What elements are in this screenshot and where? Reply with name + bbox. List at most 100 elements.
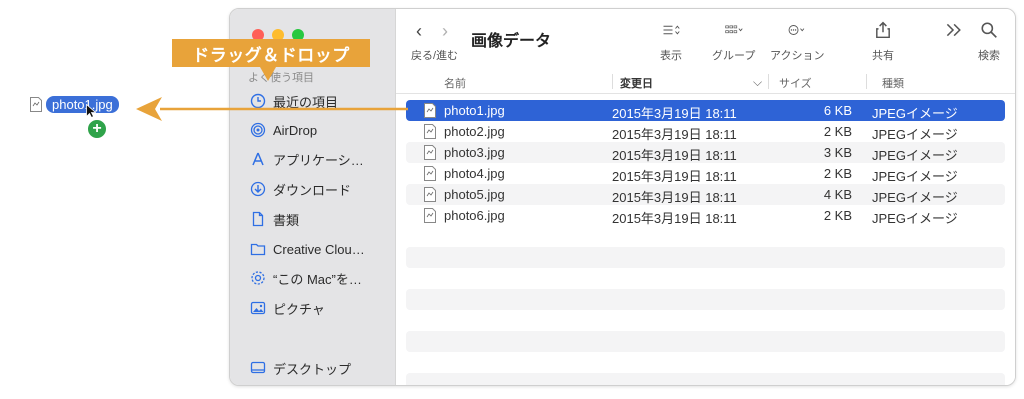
sidebar-item-label: アプリケーシ… — [273, 152, 364, 168]
sidebar-item-label: ダウンロード — [273, 182, 352, 198]
file-size: 2 KB — [823, 166, 852, 181]
dragged-file[interactable]: photo1.jpg — [30, 96, 119, 113]
table-row[interactable]: photo4.jpg 2015年3月19日 18:11 2 KB JPEGイメー… — [406, 163, 1005, 184]
back-forward-label: 戻る/進む — [411, 50, 459, 62]
sidebar-item-airdrop[interactable]: AirDrop — [250, 118, 317, 142]
sidebar-item-label: 最近の項目 — [273, 94, 339, 110]
column-size[interactable]: サイズ — [779, 75, 812, 91]
drag-drop-callout: ドラッグ＆ドロップ — [172, 39, 370, 67]
download-icon — [250, 181, 266, 197]
jpeg-file-icon — [424, 103, 436, 118]
file-name: photo5.jpg — [444, 187, 505, 202]
file-list: photo1.jpg 2015年3月19日 18:11 6 KB JPEGイメー… — [406, 100, 1005, 385]
file-date: 2015年3月19日 18:11 — [612, 148, 737, 163]
search-icon — [978, 19, 1000, 41]
column-name[interactable]: 名前 — [444, 75, 466, 91]
table-row[interactable]: photo2.jpg 2015年3月19日 18:11 2 KB JPEGイメー… — [406, 121, 1005, 142]
file-kind: JPEGイメージ — [872, 106, 958, 121]
action-button[interactable]: アクション — [770, 19, 824, 63]
empty-row — [406, 373, 1005, 385]
sidebar-item-label: “この Mac”を… — [273, 271, 362, 287]
file-size: 4 KB — [823, 187, 852, 202]
double-chevron-right-icon — [944, 19, 962, 41]
empty-row — [406, 331, 1005, 352]
share-icon — [872, 19, 894, 41]
file-date: 2015年3月19日 18:11 — [612, 106, 737, 121]
view-label: 表示 — [660, 50, 682, 62]
sidebar-item-applications[interactable]: アプリケーシ… — [250, 147, 364, 171]
sidebar-item-pictures[interactable]: ピクチャ — [250, 296, 325, 320]
desktop-icon — [250, 360, 266, 376]
jpeg-file-icon — [424, 166, 436, 181]
empty-row — [406, 352, 1005, 373]
column-kind[interactable]: 種類 — [882, 75, 904, 91]
file-name: photo6.jpg — [444, 208, 505, 223]
file-date: 2015年3月19日 18:11 — [612, 169, 737, 184]
back-chevron-icon[interactable]: ‹ — [416, 21, 422, 42]
share-label: 共有 — [872, 50, 894, 62]
empty-row — [406, 247, 1005, 268]
sidebar-item-downloads[interactable]: ダウンロード — [250, 177, 351, 201]
mouse-cursor-icon — [86, 104, 96, 118]
sidebar-item-label: Creative Clou… — [273, 241, 365, 257]
list-view-icon — [660, 19, 682, 41]
airdrop-icon — [250, 122, 266, 138]
search-label: 検索 — [978, 50, 1000, 62]
folder-icon — [250, 241, 266, 257]
file-date: 2015年3月19日 18:11 — [612, 211, 737, 226]
jpeg-file-icon — [424, 208, 436, 223]
forward-chevron-icon[interactable]: › — [442, 21, 448, 42]
file-name: photo1.jpg — [444, 103, 505, 118]
column-divider[interactable] — [612, 74, 613, 89]
column-divider[interactable] — [866, 74, 867, 89]
clock-icon — [250, 93, 266, 109]
table-row[interactable]: photo3.jpg 2015年3月19日 18:11 3 KB JPEGイメー… — [406, 142, 1005, 163]
group-button[interactable]: グループ — [712, 19, 755, 63]
callout-pointer — [260, 67, 276, 81]
ellipsis-circle-icon — [770, 19, 824, 41]
folder-title: 画像データ — [471, 33, 552, 50]
file-date: 2015年3月19日 18:11 — [612, 127, 737, 142]
sidebar-item-label: ピクチャ — [273, 301, 325, 317]
table-row[interactable]: photo5.jpg 2015年3月19日 18:11 4 KB JPEGイメー… — [406, 184, 1005, 205]
jpeg-file-icon — [424, 145, 436, 160]
photo-icon — [250, 300, 266, 316]
share-button[interactable]: 共有 — [872, 19, 894, 63]
file-kind: JPEGイメージ — [872, 211, 958, 226]
column-header: 名前 変更日 ⌵ サイズ 種類 — [396, 71, 1015, 94]
sidebar-item-label: 書類 — [273, 212, 300, 228]
dragged-file-name: photo1.jpg — [46, 96, 119, 113]
file-kind: JPEGイメージ — [872, 148, 958, 163]
column-divider[interactable] — [768, 74, 769, 89]
sidebar-item-label: デスクトップ — [273, 361, 352, 377]
jpeg-file-icon — [424, 187, 436, 202]
sidebar-item-this-mac[interactable]: “この Mac”を… — [250, 266, 362, 290]
toolbar: ‹ › 戻る/進む 画像データ 表示 グループ アクション 共有 検索 — [396, 9, 1015, 71]
file-name: photo2.jpg — [444, 124, 505, 139]
file-kind: JPEGイメージ — [872, 169, 958, 184]
sidebar-item-recents[interactable]: 最近の項目 — [250, 89, 338, 113]
empty-row — [406, 226, 1005, 247]
file-name: photo4.jpg — [444, 166, 505, 181]
group-grid-icon — [712, 19, 755, 41]
sidebar-item-documents[interactable]: 書類 — [250, 207, 299, 231]
gear-icon — [250, 270, 266, 286]
sidebar-item-creative-cloud[interactable]: Creative Clou… — [250, 237, 365, 261]
search-button[interactable]: 検索 — [978, 19, 1000, 63]
file-kind: JPEGイメージ — [872, 127, 958, 142]
empty-row — [406, 268, 1005, 289]
column-date[interactable]: 変更日 — [620, 75, 653, 91]
file-date: 2015年3月19日 18:11 — [612, 190, 737, 205]
group-label: グループ — [712, 50, 756, 62]
document-icon — [250, 211, 266, 227]
file-kind: JPEGイメージ — [872, 190, 958, 205]
view-button[interactable]: 表示 — [660, 19, 682, 63]
table-row[interactable]: photo6.jpg 2015年3月19日 18:11 2 KB JPEGイメー… — [406, 205, 1005, 226]
sidebar-item-desktop[interactable]: デスクトップ — [250, 356, 351, 380]
more-button[interactable] — [944, 19, 962, 41]
copy-plus-icon: + — [87, 119, 107, 139]
chevron-down-icon[interactable]: ⌵ — [753, 75, 762, 90]
applications-icon — [250, 151, 266, 167]
table-row[interactable]: photo1.jpg 2015年3月19日 18:11 6 KB JPEGイメー… — [406, 100, 1005, 121]
empty-row — [406, 289, 1005, 310]
